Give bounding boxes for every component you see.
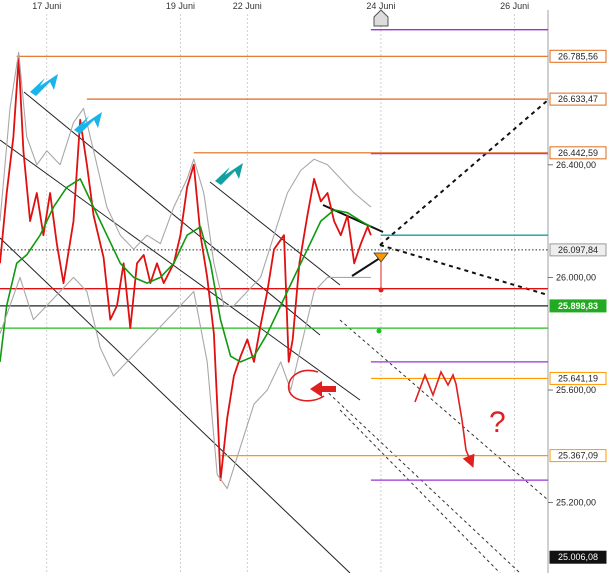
teal-arrow-icon [215, 163, 243, 185]
price-series-line [0, 276, 371, 490]
red-arrow-icon [310, 381, 336, 397]
price-series-line [0, 51, 372, 307]
price-chart: 17 Juni 19 Juni 22 Juni 24 Juni 26 Juni 25.2… [0, 1, 607, 573]
price-level-label: 25.006,08 [558, 552, 598, 562]
date-label: 26 Juni [500, 1, 529, 11]
price-level-label: 25.367,09 [558, 451, 598, 461]
price-level-label: 26.097,84 [558, 245, 598, 255]
red-dot-marker [378, 287, 384, 293]
question-mark-annotation: ? [489, 406, 506, 439]
price-level-label: 26.633,47 [558, 94, 598, 104]
home-icon[interactable] [373, 9, 389, 27]
cyan-arrow-icon [30, 74, 58, 96]
price-series-line [0, 178, 372, 363]
price-tick-label: 26.000,00 [556, 272, 596, 282]
date-label: 17 Juni [32, 1, 61, 11]
date-label: 19 Juni [166, 1, 195, 11]
price-tick-label: 25.600,00 [556, 385, 596, 395]
price-level-label: 25.898,83 [558, 301, 598, 311]
dashed-channel-3 [339, 409, 501, 573]
price-level-label: 26.442,59 [558, 148, 598, 158]
price-tick-label: 26.400,00 [556, 160, 596, 170]
price-tick-label: 25.200,00 [556, 498, 596, 508]
dashed-trend-up [379, 99, 549, 246]
chart-root: 17 Juni 19 Juni 22 Juni 24 Juni 26 Juni 25.2… [0, 0, 610, 573]
forecast-scribble [414, 370, 475, 468]
dashed-trend-down [379, 244, 549, 296]
green-dot-marker [376, 328, 382, 334]
price-level-label: 25.641,19 [558, 373, 598, 383]
channel-line-outer-top [0, 139, 361, 401]
price-series-line [0, 57, 372, 482]
date-label: 22 Juni [233, 1, 262, 11]
price-level-label: 26.785,56 [558, 51, 598, 61]
dashed-channel-1 [339, 319, 549, 501]
